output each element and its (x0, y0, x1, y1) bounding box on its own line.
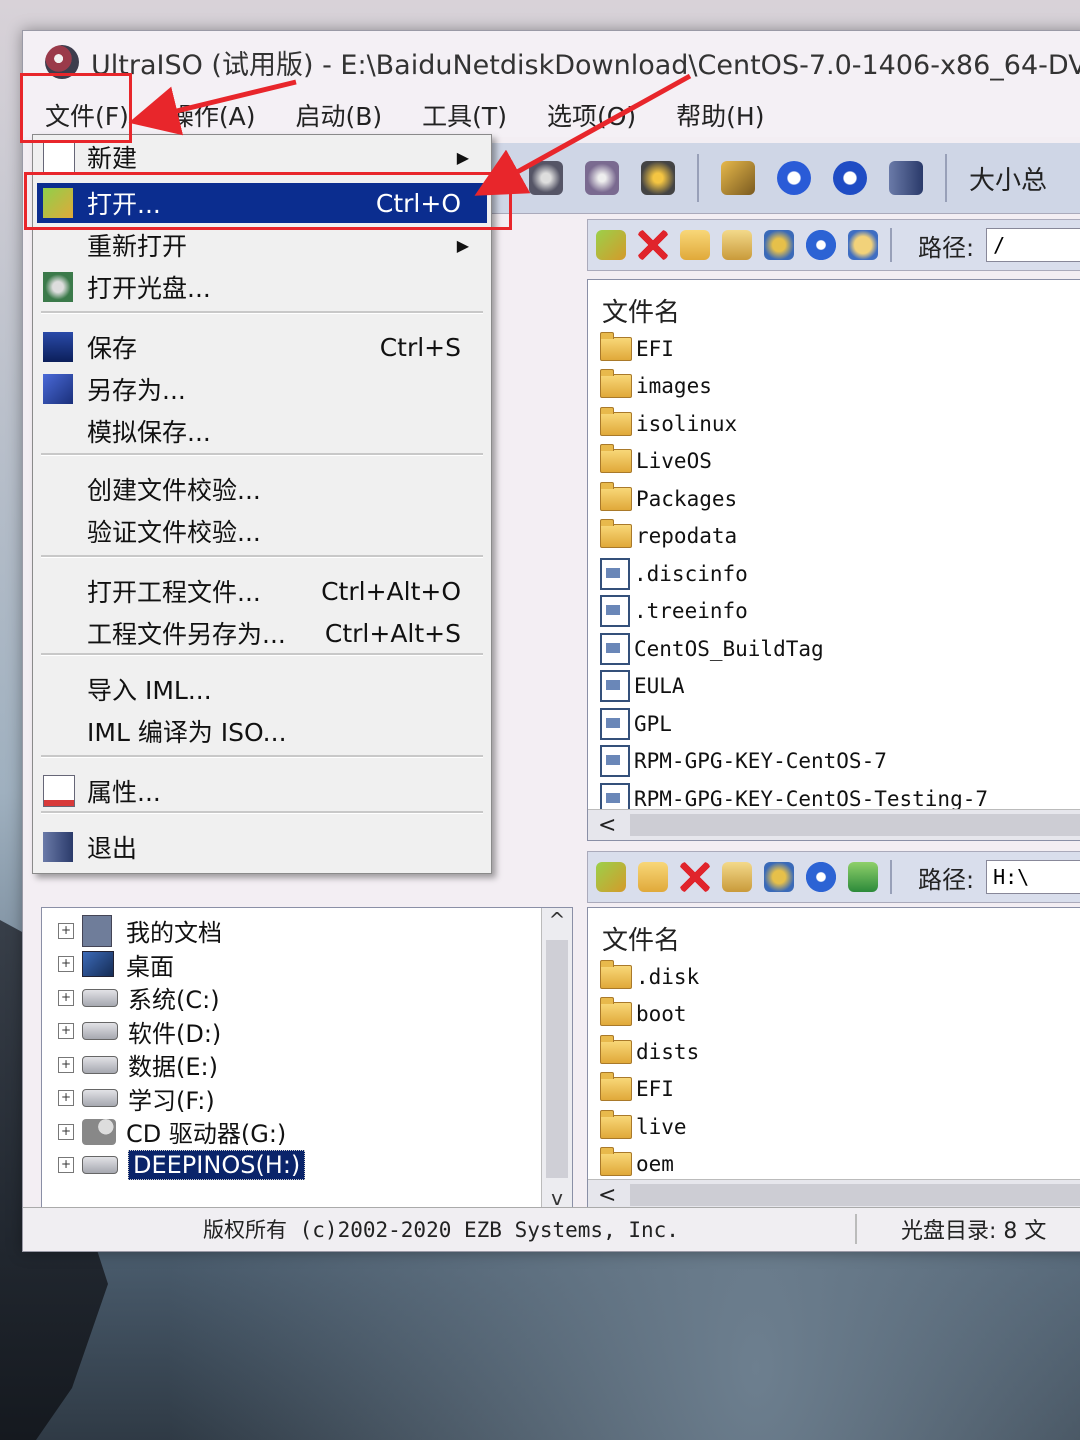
annotation-arrow-to-open-item (474, 73, 692, 196)
annotation-arrow-to-file-menu (128, 79, 297, 136)
annotation-arrows (128, 73, 692, 196)
